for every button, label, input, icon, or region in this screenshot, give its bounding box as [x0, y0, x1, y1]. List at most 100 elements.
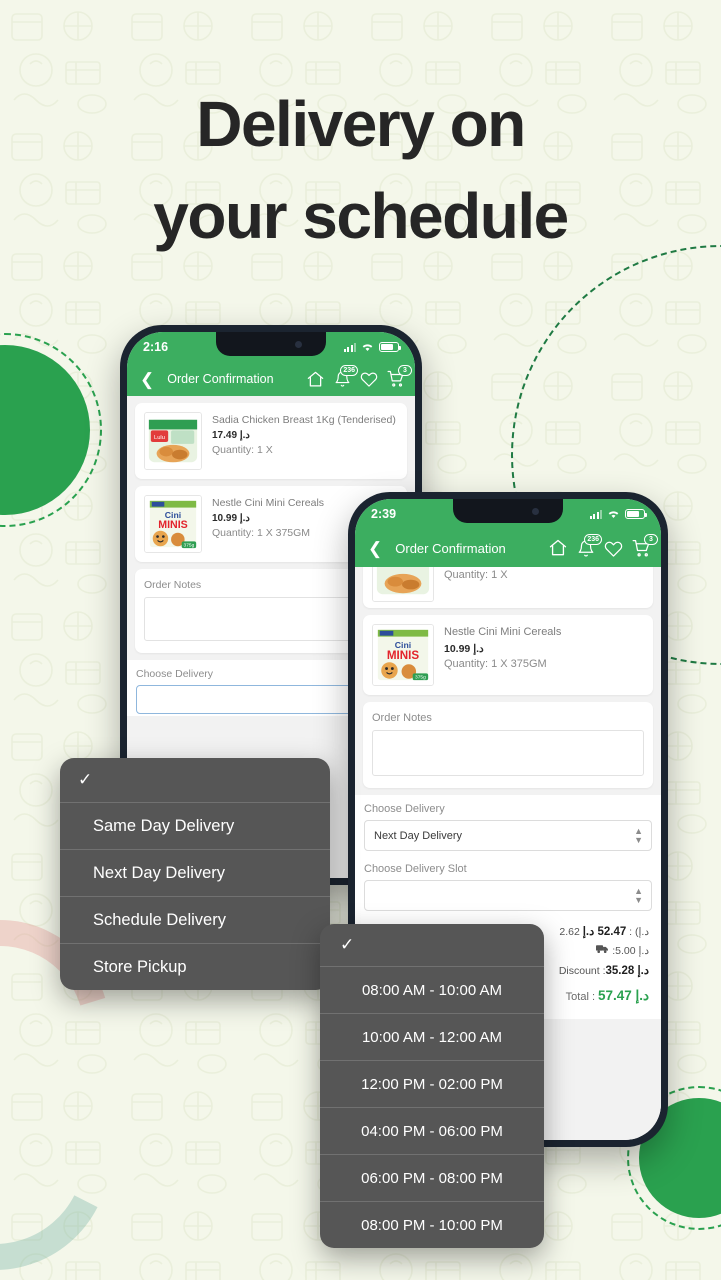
product-thumbnail-sadia-chicken — [372, 567, 434, 602]
order-item-row: Lulu Sadia Chicken Breast 1Kg (Tenderise… — [135, 403, 407, 479]
signal-bars-icon — [589, 509, 602, 519]
menu-item-label: 08:00 AM - 10:00 AM — [361, 981, 503, 999]
product-quantity: Quantity: 1 X 375GM — [444, 657, 547, 670]
cart-badge: 3 — [644, 533, 658, 545]
svg-text:375g: 375g — [415, 675, 426, 681]
bell-icon[interactable]: 236 — [577, 533, 602, 558]
front-camera-icon — [295, 341, 302, 348]
menu-item-label: 08:00 PM - 10:00 PM — [361, 1216, 503, 1234]
choose-delivery-section-front: Choose Delivery Next Day Delivery ▲ ▼ — [355, 795, 661, 853]
battery-icon — [625, 509, 647, 519]
menu-item-slot-0800-1000-pm[interactable]: 08:00 PM - 10:00 PM — [320, 1201, 544, 1248]
choose-delivery-label: Choose Delivery — [364, 803, 445, 815]
order-notes-input[interactable] — [372, 730, 644, 776]
svg-text:MINIS: MINIS — [387, 649, 420, 662]
product-info: Sadia Chicken Breast 1Kg (Tenderised) 17… — [212, 412, 396, 456]
product-price: 10.99 د.إ — [212, 513, 250, 525]
discount-amount: 35.28 د.إ — [605, 965, 650, 977]
home-icon[interactable] — [306, 370, 325, 389]
product-price: 17.49 د.إ — [212, 430, 250, 442]
svg-text:Lulu: Lulu — [154, 435, 165, 441]
menu-item-label: 06:00 PM - 08:00 PM — [361, 1169, 503, 1187]
bell-badge: 236 — [340, 365, 358, 376]
menu-item-label: 04:00 PM - 06:00 PM — [361, 1122, 503, 1140]
app-bar-title: Order Confirmation — [395, 540, 506, 556]
status-time: 2:39 — [371, 507, 397, 521]
truck-icon — [596, 944, 609, 954]
app-bar-actions: 236 3 — [548, 533, 658, 558]
chevron-updown-icon: ▲▼ — [634, 825, 643, 845]
menu-item-next-day-delivery[interactable]: Next Day Delivery — [60, 849, 330, 896]
choose-delivery-slot-label: Choose Delivery Slot — [364, 863, 467, 875]
menu-item-store-pickup[interactable]: Store Pickup — [60, 943, 330, 990]
battery-icon — [379, 342, 401, 352]
product-quantity: Quantity: 1 X 375GM — [212, 527, 311, 540]
dropdown-selected-indicator-row[interactable]: ✓ — [320, 924, 544, 966]
order-item-row: Cini MINIS 375g Nestle Cini Mini Cereals… — [363, 615, 653, 695]
subtotal-amount: 52.47 د.إ — [582, 926, 627, 938]
bell-badge: 236 — [584, 533, 602, 545]
app-bar-title: Order Confirmation — [167, 372, 274, 386]
product-name: Sadia Chicken Breast 1Kg (Tenderised) — [212, 414, 396, 426]
status-icons — [343, 342, 401, 352]
wifi-icon — [607, 509, 620, 519]
menu-item-slot-0600-0800-pm[interactable]: 06:00 PM - 08:00 PM — [320, 1154, 544, 1201]
back-button[interactable]: ❮ — [135, 371, 159, 388]
product-info: Nestle Cini Mini Cereals 10.99 د.إ Quant… — [212, 495, 324, 539]
menu-item-slot-1000-1200-am[interactable]: 10:00 AM - 12:00 AM — [320, 1013, 544, 1060]
product-name: Nestle Cini Mini Cereals — [444, 626, 562, 638]
cart-badge: 3 — [398, 365, 412, 376]
wifi-icon — [361, 342, 374, 352]
product-thumbnail-sadia-chicken: Lulu — [144, 412, 202, 470]
menu-item-label: Same Day Delivery — [93, 816, 235, 835]
order-notes-card: Order Notes — [363, 702, 653, 788]
page-title: Delivery on your schedule — [0, 78, 721, 262]
menu-item-schedule-delivery[interactable]: Schedule Delivery — [60, 896, 330, 943]
menu-item-slot-1200-0200-pm[interactable]: 12:00 PM - 02:00 PM — [320, 1060, 544, 1107]
cart-icon[interactable]: 3 — [387, 365, 412, 388]
check-icon: ✓ — [78, 770, 93, 789]
discount-label: Discount : — [558, 965, 606, 977]
total-amount: 57.47 د.إ — [597, 988, 649, 1003]
total-label: Total : — [565, 991, 596, 1003]
choose-delivery-slot-section: Choose Delivery Slot ▲ ▼ — [355, 853, 661, 913]
back-button[interactable]: ❮ — [363, 540, 387, 557]
heart-icon[interactable] — [604, 539, 623, 558]
delivery-slot-dropdown-menu[interactable]: ✓ 08:00 AM - 10:00 AM 10:00 AM - 12:00 A… — [320, 924, 544, 1248]
svg-text:MINIS: MINIS — [158, 519, 187, 531]
product-thumbnail-nestle-cini-minis: Cini MINIS 375g — [144, 495, 202, 553]
menu-item-label: Store Pickup — [93, 957, 187, 976]
menu-item-label: Schedule Delivery — [93, 910, 226, 929]
product-info: Nestle Cini Mini Cereals 10.99 د.إ Quant… — [444, 624, 561, 670]
order-notes-label: Order Notes — [372, 712, 432, 724]
shipping-amount: :5.00 د.إ — [612, 945, 649, 957]
product-price: 10.99 د.إ — [444, 642, 484, 655]
menu-item-slot-0800-1000-am[interactable]: 08:00 AM - 10:00 AM — [320, 966, 544, 1013]
headline-line-2: your schedule — [153, 180, 569, 253]
menu-item-label: Next Day Delivery — [93, 863, 226, 882]
product-quantity: Quantity: 1 X — [212, 444, 273, 457]
menu-item-slot-0400-0600-pm[interactable]: 04:00 PM - 06:00 PM — [320, 1107, 544, 1154]
heart-icon[interactable] — [360, 370, 378, 388]
delivery-type-dropdown-menu[interactable]: ✓ Same Day Delivery Next Day Delivery Sc… — [60, 758, 330, 990]
status-icons — [589, 509, 647, 519]
status-time: 2:16 — [143, 340, 169, 354]
choose-delivery-value: Next Day Delivery — [374, 829, 463, 842]
product-info: Quantity: 1 X — [444, 567, 508, 581]
chevron-updown-icon: ▲▼ — [634, 885, 643, 905]
menu-item-label: 10:00 AM - 12:00 AM — [361, 1028, 503, 1046]
cart-icon[interactable]: 3 — [632, 533, 658, 558]
choose-delivery-slot-select[interactable]: ▲ ▼ — [364, 880, 652, 911]
menu-item-same-day-delivery[interactable]: Same Day Delivery — [60, 802, 330, 849]
home-icon[interactable] — [548, 538, 568, 558]
menu-item-label: 12:00 PM - 02:00 PM — [361, 1075, 503, 1093]
bell-icon[interactable]: 236 — [334, 365, 358, 388]
phone-notch — [216, 332, 326, 356]
choose-delivery-select[interactable]: Next Day Delivery ▲ ▼ — [364, 820, 652, 851]
product-thumbnail-nestle-cini-minis: Cini MINIS 375g — [372, 624, 434, 686]
product-name: Nestle Cini Mini Cereals — [212, 497, 325, 509]
app-bar-actions: 236 3 — [306, 365, 412, 389]
dropdown-selected-indicator-row[interactable]: ✓ — [60, 758, 330, 802]
product-quantity: Quantity: 1 X — [444, 569, 508, 581]
svg-text:375g: 375g — [184, 543, 195, 549]
